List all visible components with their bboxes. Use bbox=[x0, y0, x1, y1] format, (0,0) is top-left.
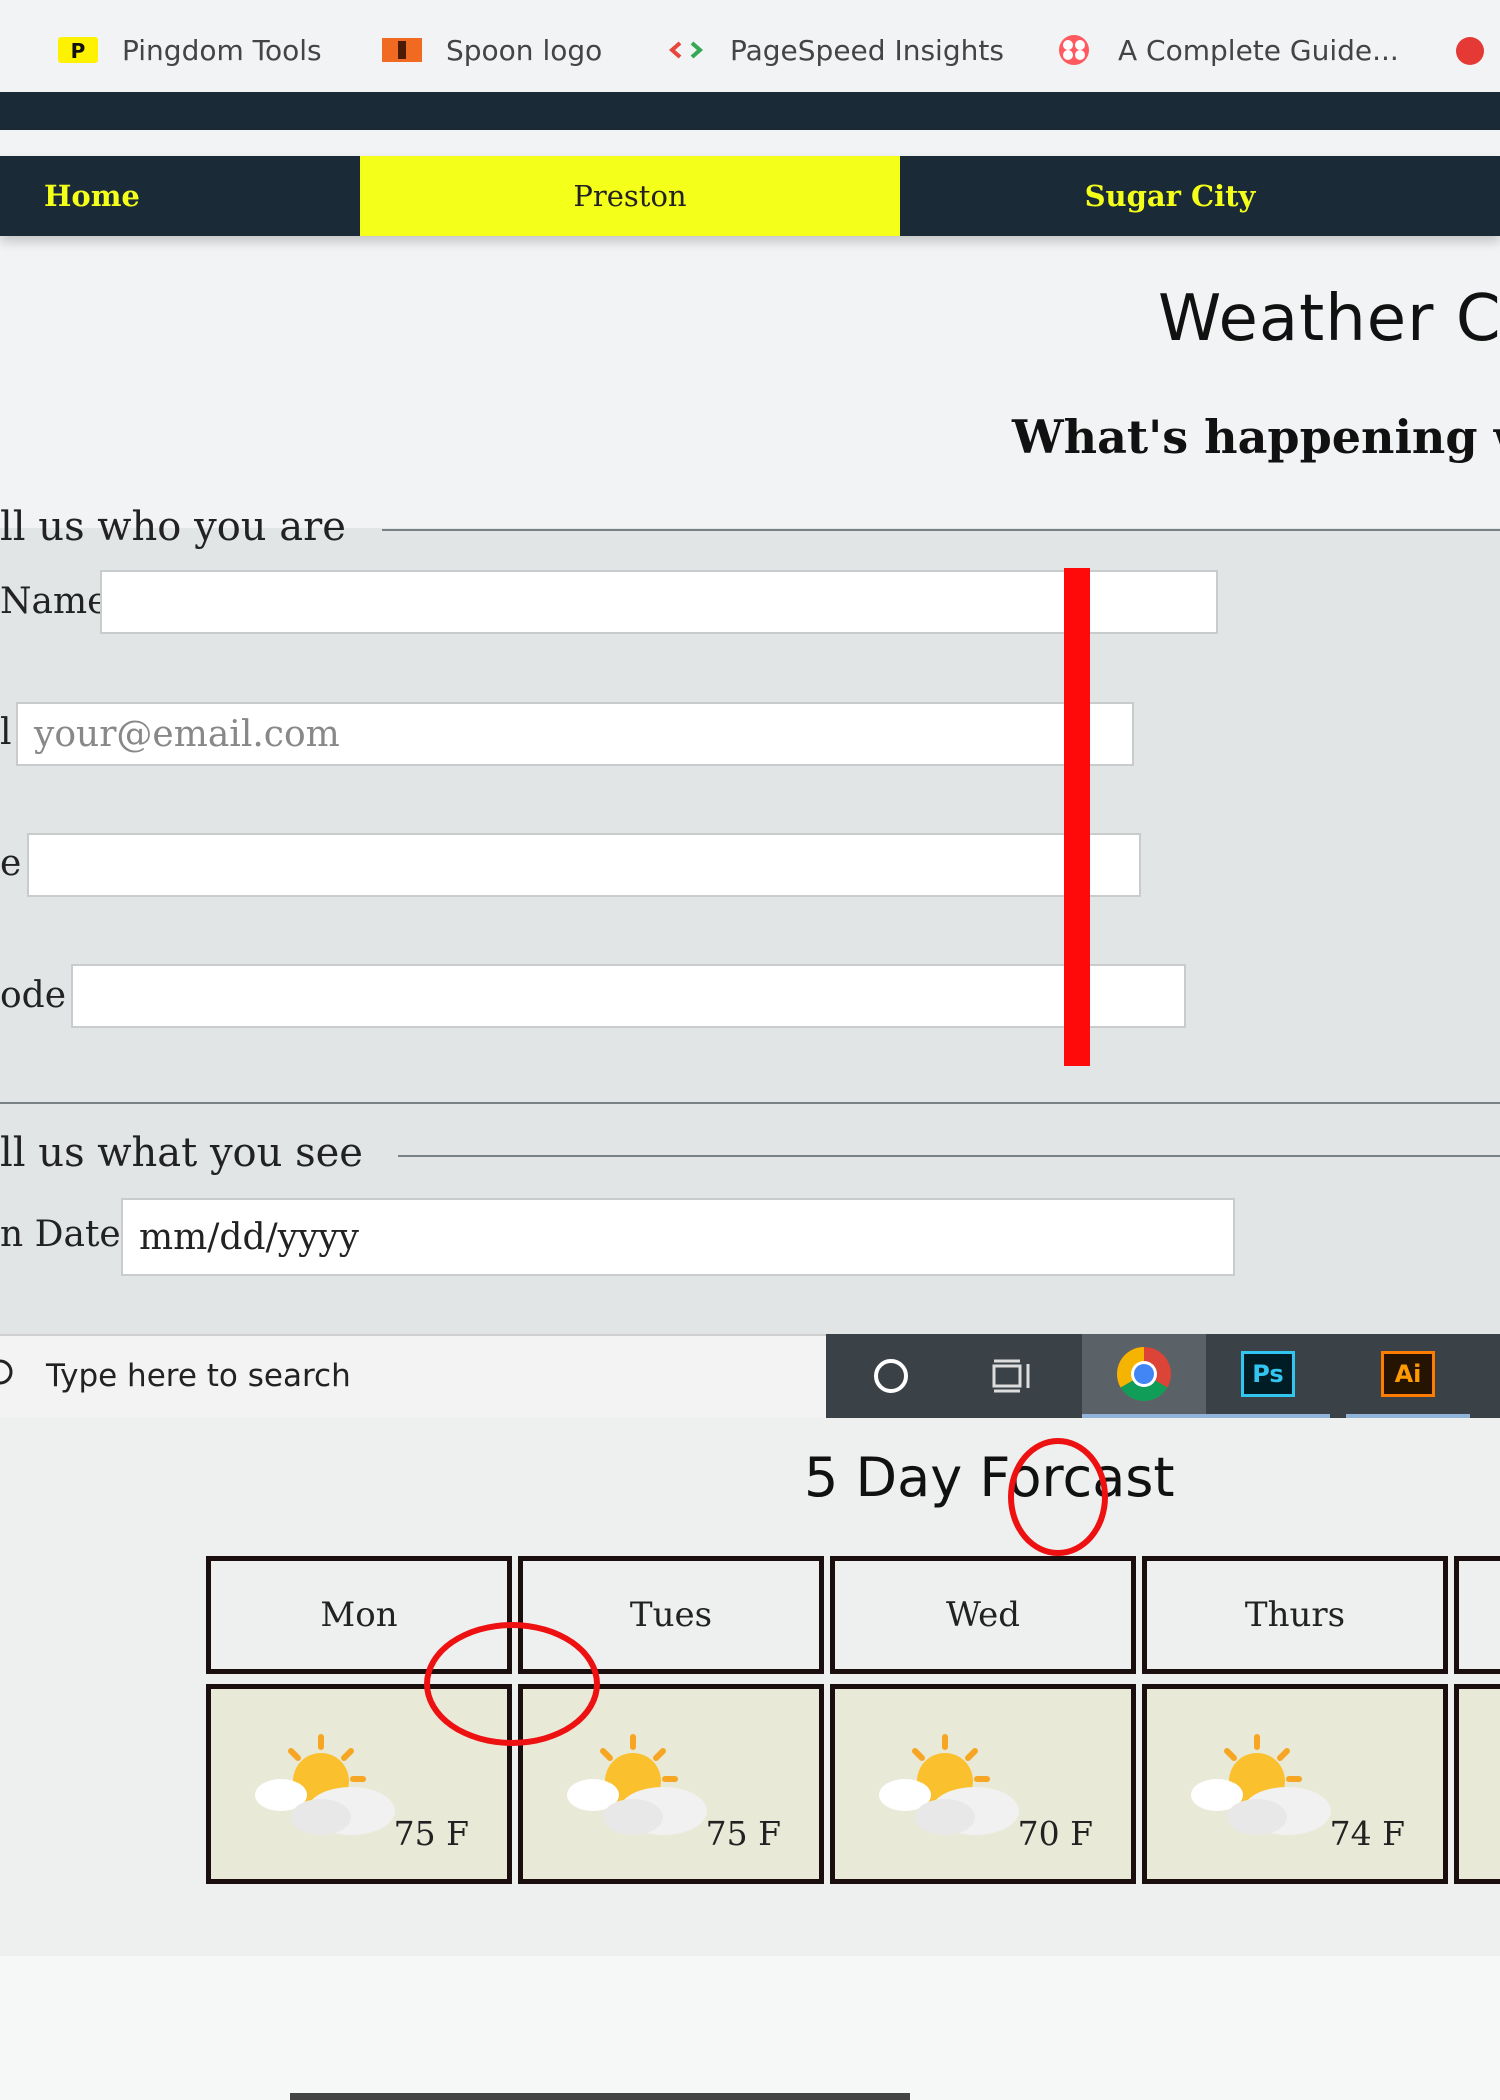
third-field-input[interactable] bbox=[27, 833, 1141, 897]
bookmark-extra-icon bbox=[1450, 33, 1490, 67]
forecast-day-header: Wed bbox=[830, 1556, 1136, 1674]
browser-header-band bbox=[0, 92, 1500, 130]
scrollbar-indicator[interactable] bbox=[290, 2093, 910, 2100]
forecast-day-cell: 70 F bbox=[830, 1684, 1136, 1884]
email-label: l bbox=[0, 712, 12, 753]
spoon-icon bbox=[382, 33, 422, 67]
name-label: Name bbox=[0, 581, 109, 622]
pagespeed-icon bbox=[666, 33, 706, 67]
date-placeholder: mm/dd/yyyy bbox=[139, 1216, 359, 1258]
forecast-day-cell-partial bbox=[1454, 1684, 1500, 1884]
fieldset-legend: ll us who you are bbox=[0, 504, 346, 550]
page-subtitle: What's happening w bbox=[1012, 410, 1500, 464]
fieldset-border bbox=[398, 1155, 1500, 1157]
email-placeholder: your@email.com bbox=[34, 713, 340, 755]
search-icon bbox=[0, 1356, 22, 1400]
cortana-icon bbox=[874, 1359, 908, 1393]
bookmarks-bar: P Pingdom Tools Spoon logo PageSpeed Ins… bbox=[0, 0, 1500, 92]
bookmark-pingdom[interactable]: P Pingdom Tools bbox=[58, 30, 322, 70]
annotation-circle bbox=[1008, 1438, 1108, 1556]
forecast-temp: 75 F bbox=[705, 1814, 781, 1853]
bookmark-spoon[interactable]: Spoon logo bbox=[382, 30, 602, 70]
forecast-day-cell: 74 F bbox=[1142, 1684, 1448, 1884]
task-view-button[interactable] bbox=[976, 1334, 1050, 1418]
page-title: Weather C bbox=[1158, 282, 1500, 356]
third-field-label: e bbox=[0, 843, 22, 884]
zip-input[interactable] bbox=[71, 964, 1186, 1028]
photoshop-icon: Ps bbox=[1241, 1351, 1295, 1397]
forecast-temp: 70 F bbox=[1017, 1814, 1093, 1853]
photoshop-taskbar-button[interactable]: Ps bbox=[1206, 1334, 1330, 1418]
nav-item-sugar-city[interactable]: Sugar City bbox=[900, 156, 1440, 236]
bookmark-label: Spoon logo bbox=[446, 33, 603, 67]
forecast-title: 5 Day Forcast bbox=[804, 1446, 1175, 1509]
date-input[interactable]: mm/dd/yyyy bbox=[121, 1198, 1235, 1276]
annotation-circle bbox=[424, 1622, 600, 1746]
annotation-red-bar bbox=[1064, 568, 1090, 1066]
partly-sunny-icon bbox=[1191, 1734, 1331, 1835]
nav-item-home[interactable]: Home bbox=[44, 156, 344, 236]
illustrator-icon: Ai bbox=[1381, 1351, 1435, 1397]
main-nav: Home Preston Sugar City bbox=[0, 156, 1500, 236]
forecast-temp: 75 F bbox=[393, 1814, 469, 1853]
partly-sunny-icon bbox=[255, 1734, 395, 1835]
date-label: n Date bbox=[0, 1214, 121, 1255]
forecast-temp: 74 F bbox=[1329, 1814, 1405, 1853]
partly-sunny-icon bbox=[879, 1734, 1019, 1835]
bookmark-pagespeed[interactable]: PageSpeed Insights bbox=[666, 30, 1004, 70]
bookmark-label: PageSpeed Insights bbox=[730, 33, 1004, 67]
zip-label: ode bbox=[0, 975, 67, 1016]
svg-text:P: P bbox=[71, 39, 86, 63]
name-input[interactable] bbox=[100, 570, 1218, 634]
forecast-day-header-partial bbox=[1454, 1556, 1500, 1674]
pingdom-icon: P bbox=[58, 33, 98, 67]
fieldset-legend: ll us what you see bbox=[0, 1130, 363, 1176]
email-input[interactable]: your@email.com bbox=[16, 702, 1134, 766]
fieldset-border bbox=[382, 529, 1500, 531]
bookmark-label: Pingdom Tools bbox=[122, 33, 322, 67]
chrome-icon bbox=[1116, 1347, 1171, 1402]
bookmark-extra[interactable] bbox=[1450, 30, 1500, 70]
partly-sunny-icon bbox=[567, 1734, 707, 1835]
taskbar-search-box[interactable]: Type here to search bbox=[0, 1334, 826, 1418]
forecast-day-header: Thurs bbox=[1142, 1556, 1448, 1674]
chrome-taskbar-button[interactable] bbox=[1082, 1334, 1206, 1418]
illustrator-taskbar-button[interactable]: Ai bbox=[1346, 1334, 1470, 1418]
bookmark-guide[interactable]: A Complete Guide... bbox=[1054, 30, 1399, 70]
cortana-button[interactable] bbox=[854, 1334, 928, 1418]
taskbar: Ps Ai bbox=[826, 1334, 1500, 1418]
guide-icon bbox=[1054, 33, 1094, 67]
taskbar-search-placeholder: Type here to search bbox=[46, 1358, 351, 1394]
page-bottom bbox=[0, 1956, 1500, 2100]
bookmark-label: A Complete Guide... bbox=[1118, 33, 1399, 67]
nav-item-preston[interactable]: Preston bbox=[360, 156, 900, 236]
task-view-icon bbox=[992, 1359, 1030, 1393]
page-top-gap bbox=[0, 130, 1500, 156]
